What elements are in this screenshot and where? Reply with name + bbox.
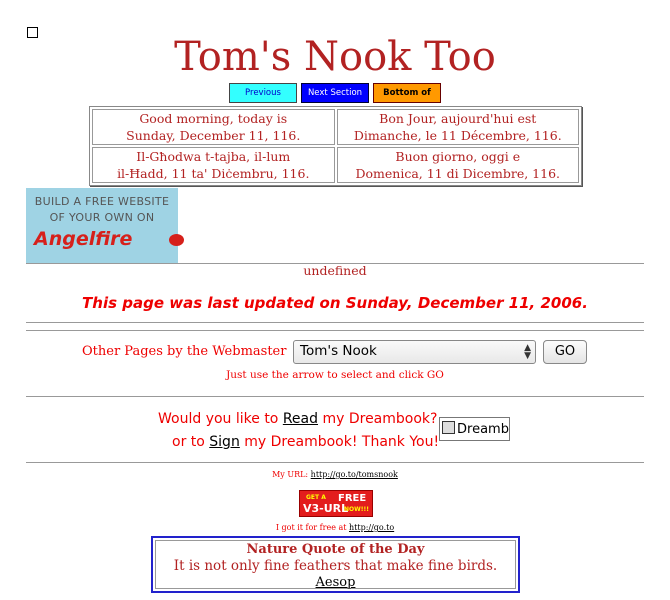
angelfire-logo: Angelfire [34, 228, 133, 250]
got-free-line: I got it for free at http://go.to [275, 523, 395, 532]
banner-line-2: OF YOUR OWN ON [49, 211, 155, 224]
divider [26, 396, 644, 397]
other-pages-label: Other Pages by the Webmaster [82, 344, 287, 359]
broken-image-icon [442, 421, 455, 434]
angelfire-banner[interactable]: BUILD A FREE WEBSITE OF YOUR OWN ON Ange… [26, 188, 184, 263]
quote-author-link[interactable]: Aesop [156, 575, 515, 591]
flame-icon [169, 234, 184, 246]
divider [26, 330, 644, 331]
next-section-button[interactable]: Next Section [301, 83, 369, 103]
quote-heading: Nature Quote of the Day [246, 542, 425, 557]
banner-line-1: BUILD A FREE WEBSITE [34, 195, 170, 208]
other-pages-selected-value: Tom's Nook [300, 343, 377, 359]
quote-text: It is not only fine feathers that make f… [173, 558, 498, 574]
my-url-line: My URL: http://go.to/tomsnook [272, 470, 398, 479]
greeting-maltese: Il-Għodwa t-tajba, il-lum il-Ħadd, 11 ta… [92, 147, 335, 183]
v3-url-banner[interactable]: GET A V3-URL FREE NOW!!! [299, 490, 373, 517]
greeting-table: Good morning, today is Sunday, December … [89, 106, 582, 186]
go-to-link[interactable]: http://go.to [349, 523, 394, 532]
nature-quote-box: Nature Quote of the Day It is not only f… [151, 536, 520, 593]
go-button[interactable]: GO [543, 340, 587, 364]
page-title: Tom's Nook Too [174, 34, 496, 80]
dreambook-sign-line: or to Sign my Dreambook! Thank You! [172, 434, 440, 450]
divider [26, 462, 644, 463]
greeting-french: Bon Jour, aujourd'hui est Dimanche, le 1… [336, 109, 579, 145]
previous-section-button[interactable]: Previous Section [229, 83, 297, 116]
divider [26, 322, 644, 323]
sign-dreambook-link[interactable]: Sign [209, 434, 240, 450]
select-hint: Just use the arrow to select and click G… [226, 369, 444, 381]
bottom-of-page-button[interactable]: Bottom of Page [373, 83, 441, 116]
dreambook-read-line: Would you like to Read my Dreambook? [158, 411, 438, 427]
greeting-italian: Buon giorno, oggi e Domenica, 11 di Dice… [336, 147, 579, 183]
section-nav: Previous Section Next Section Bottom of … [0, 83, 670, 116]
read-dreambook-link[interactable]: Read [283, 411, 318, 427]
dreambook-image[interactable]: Dreamb [439, 417, 510, 441]
my-url-link[interactable]: http://go.to/tomsnook [311, 470, 398, 479]
undefined-text: undefined [303, 263, 367, 278]
greeting-english: Good morning, today is Sunday, December … [92, 109, 335, 145]
last-updated-text: This page was last updated on Sunday, De… [82, 294, 588, 312]
select-arrows-icon: ▲ ▼ [524, 343, 531, 361]
other-pages-select[interactable]: Tom's Nook ▲ ▼ [293, 340, 536, 364]
